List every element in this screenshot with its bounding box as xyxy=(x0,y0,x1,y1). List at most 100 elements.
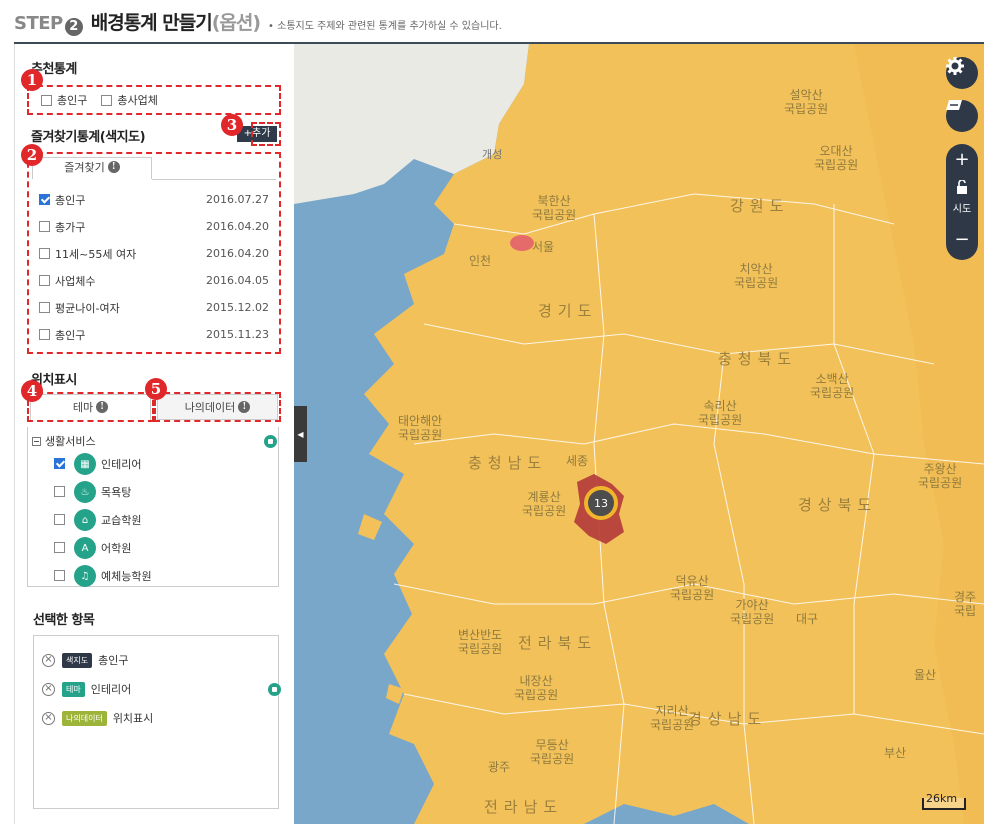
marker-5: 5 xyxy=(145,378,167,400)
map-label: 무등산 국립공원 xyxy=(530,738,575,766)
unlock-icon[interactable] xyxy=(955,180,969,194)
map-label: 울산 xyxy=(914,668,937,682)
tab-theme[interactable]: 테마! xyxy=(30,394,151,420)
step-word: STEP xyxy=(14,13,63,34)
list-item[interactable]: 11세~55세 여자 2016.04.20 xyxy=(39,240,269,267)
checkbox[interactable] xyxy=(101,94,113,106)
list-item[interactable]: 평균나이-여자 2015.12.02 xyxy=(39,294,269,321)
bath-icon: ♨ xyxy=(74,481,96,503)
checkbox[interactable] xyxy=(39,248,50,259)
favorites-highlight: 즐겨찾기! 총인구 2016.07.27 총가구 2016.04.20 11세~55… xyxy=(27,152,281,354)
checkbox[interactable] xyxy=(54,513,65,525)
marker-2: 2 xyxy=(21,144,43,166)
step-header: STEP 2 배경통계 만들기 (옵션) • 소통지도 주제와 관련된 통계를 … xyxy=(14,8,502,40)
legend-icon[interactable] xyxy=(264,435,277,448)
stats-panel: 추천통계 총인구 총사업체 1 즐겨찾기통계(색지도) +추가 3 즐겨찾기! … xyxy=(14,44,294,824)
tree-item[interactable]: ♨ 목욕탕 xyxy=(54,481,131,503)
favorites-title: 즐겨찾기통계(색지도) xyxy=(31,130,146,145)
step-number-badge: 2 xyxy=(64,17,83,36)
legend-icon[interactable] xyxy=(268,683,281,696)
page-description: • 소통지도 주제와 관련된 통계를 추가하실 수 있습니다. xyxy=(268,21,502,32)
selected-list: × 색지도 총인구 × 테마 인테리어 × 나의데이터 위치표시 xyxy=(33,635,281,809)
map-label: 오대산 국립공원 xyxy=(814,144,859,172)
list-item[interactable]: 총인구 2015.11.23 xyxy=(39,321,269,348)
list-item[interactable]: 총가구 2016.04.20 xyxy=(39,213,269,240)
map-label: 경상북도 xyxy=(798,496,878,514)
map-label: 계룡산 국립공원 xyxy=(522,490,567,518)
checkbox[interactable] xyxy=(39,221,50,232)
map-label: 가야산 국립공원 xyxy=(730,598,775,626)
zoom-in-button[interactable]: + xyxy=(946,150,978,170)
cluster-marker[interactable]: 13 xyxy=(584,486,618,520)
tree-root-life-service[interactable]: 생활서비스 xyxy=(32,433,96,449)
badge-mydata: 나의데이터 xyxy=(62,710,107,726)
tree-item[interactable]: A 어학원 xyxy=(54,537,131,559)
map-scale-label: 26km xyxy=(926,792,958,805)
recommend-highlight: 총인구 총사업체 xyxy=(27,85,281,115)
map-label: 강원도 xyxy=(730,197,790,215)
tree-item[interactable]: ▦ 인테리어 xyxy=(54,453,141,475)
selected-title: 선택한 항목 xyxy=(33,613,95,628)
checkbox[interactable] xyxy=(41,94,52,106)
settings-gear-icon[interactable] xyxy=(946,57,978,89)
map-label: 전라남도 xyxy=(484,798,564,816)
remove-icon[interactable]: × xyxy=(42,653,55,667)
badge-colormap: 색지도 xyxy=(62,652,93,668)
map-label: 경기도 xyxy=(538,302,598,320)
selected-item: × 나의데이터 위치표시 xyxy=(42,710,153,726)
map-label: 태안해안 국립공원 xyxy=(398,414,443,442)
recommend-list: 총인구 총사업체 xyxy=(41,92,158,108)
zoom-out-button[interactable]: − xyxy=(946,230,978,250)
remove-icon[interactable]: × xyxy=(42,711,55,725)
checkbox[interactable] xyxy=(39,329,50,340)
recommend-item-total-pop[interactable]: 총인구 xyxy=(41,92,87,108)
theme-tree: 생활서비스 ▦ 인테리어 ♨ 목욕탕 ⌂ 교습학원 A 어학원 ♫ 예체능학원 xyxy=(27,427,279,587)
sido-label[interactable]: 시도 xyxy=(946,200,978,215)
checkbox[interactable] xyxy=(39,194,50,205)
zoom-control: + 시도 − xyxy=(946,144,978,260)
map-label: 변산반도 국립공원 xyxy=(458,628,503,656)
checkbox[interactable] xyxy=(39,275,50,286)
map-label: 충청북도 xyxy=(718,350,798,368)
tab-favorites[interactable]: 즐겨찾기! xyxy=(32,157,152,179)
selected-item: × 테마 인테리어 xyxy=(42,681,131,697)
info-icon[interactable]: ! xyxy=(107,161,120,173)
map-label: 치악산 국립공원 xyxy=(734,262,779,290)
list-item[interactable]: 총인구 2016.07.27 xyxy=(39,186,269,213)
map-label: 설악산 국립공원 xyxy=(784,88,829,116)
add-button-highlight xyxy=(251,122,281,146)
remove-icon[interactable]: × xyxy=(42,682,55,696)
checkbox[interactable] xyxy=(54,457,65,469)
tab-mydata[interactable]: 나의데이터! xyxy=(157,394,278,420)
map-label: 대구 xyxy=(796,612,819,626)
checkbox[interactable] xyxy=(54,569,65,581)
map-label: 경주 국립 xyxy=(954,590,977,618)
map-label: 북한산 국립공원 xyxy=(532,194,577,222)
checkbox[interactable] xyxy=(54,485,65,497)
tree-item[interactable]: ⌂ 교습학원 xyxy=(54,509,141,531)
checkbox[interactable] xyxy=(54,541,65,553)
map-label: 부산 xyxy=(884,746,907,760)
map-label: 서울 xyxy=(532,240,555,254)
map-view[interactable]: 설악산 국립공원 오대산 국립공원 강원도 북한산 국립공원 서울 인천 개성 경기도… xyxy=(294,44,984,824)
badge-theme: 테마 xyxy=(62,681,85,697)
map-label: 속리산 국립공원 xyxy=(698,399,743,427)
marker-4: 4 xyxy=(21,380,43,402)
recommend-item-total-biz[interactable]: 총사업체 xyxy=(101,92,158,108)
checkbox[interactable] xyxy=(39,302,50,313)
panel-collapse-button[interactable]: ◀ xyxy=(294,406,307,462)
info-icon[interactable]: ! xyxy=(96,401,109,413)
map-label: 경상남도 xyxy=(688,710,768,728)
map-label: 내장산 국립공원 xyxy=(514,674,559,702)
list-item[interactable]: 사업체수 2016.04.05 xyxy=(39,267,269,294)
book-icon: ⌂ xyxy=(74,509,96,531)
map-label: 충청남도 xyxy=(468,454,548,472)
map-label: 덕유산 국립공원 xyxy=(670,574,715,602)
map-label: 주왕산 국립공원 xyxy=(918,462,963,490)
collapse-icon[interactable] xyxy=(32,436,41,446)
tree-item[interactable]: ♫ 예체능학원 xyxy=(54,565,152,587)
favorites-list: 총인구 2016.07.27 총가구 2016.04.20 11세~55세 여자 20… xyxy=(39,186,269,348)
info-icon[interactable]: ! xyxy=(238,401,251,413)
layers-icon[interactable] xyxy=(946,100,978,132)
marker-3: 3 xyxy=(221,114,243,136)
